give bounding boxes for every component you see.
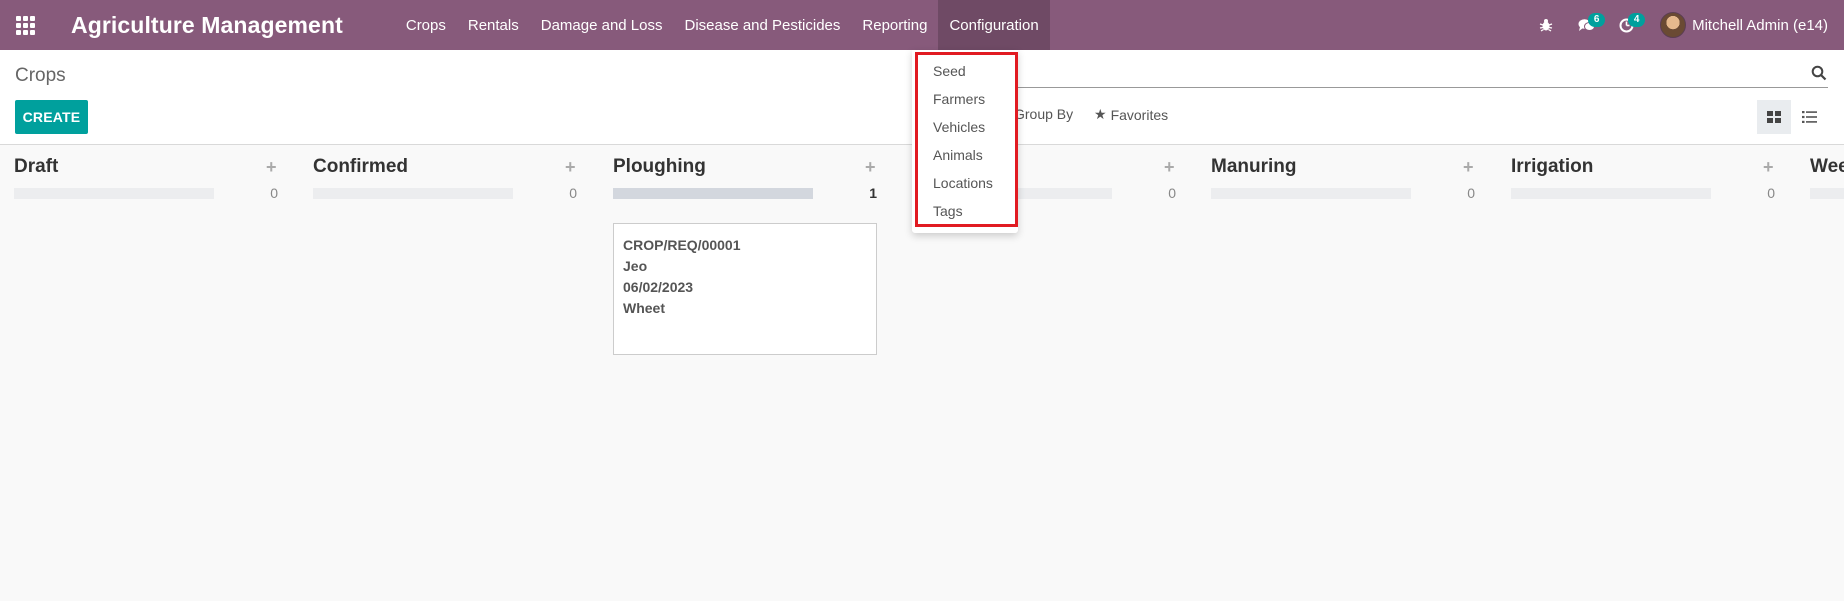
- list-view-button[interactable]: [1792, 100, 1826, 134]
- avatar: [1660, 12, 1687, 38]
- dropdown-item-farmers[interactable]: Farmers: [933, 91, 985, 107]
- column-count: 1: [869, 185, 877, 201]
- apps-grid-icon[interactable]: [0, 0, 50, 50]
- quick-create-plus-icon[interactable]: +: [1164, 157, 1175, 178]
- kanban-grid-icon: [1767, 111, 1781, 123]
- column-progress-bar[interactable]: [313, 188, 513, 199]
- kanban-column-manuring: Manuring + 0: [1197, 146, 1482, 601]
- quick-create-plus-icon[interactable]: +: [1463, 157, 1474, 178]
- list-icon: [1801, 111, 1817, 123]
- dropdown-item-locations[interactable]: Locations: [933, 175, 993, 191]
- column-title: Manuring: [1211, 156, 1297, 177]
- card-reference: CROP/REQ/00001: [623, 237, 741, 253]
- menu-item-disease-and-pesticides[interactable]: Disease and Pesticides: [673, 0, 851, 50]
- systray: 6 4 Mitchell Admin (e14): [1526, 0, 1844, 50]
- column-count: 0: [1467, 185, 1475, 201]
- quick-create-plus-icon[interactable]: +: [865, 157, 876, 178]
- star-icon: ★: [1094, 106, 1107, 122]
- column-title: Ploughing: [613, 156, 706, 177]
- search-input[interactable]: [1010, 87, 1828, 88]
- dropdown-item-tags[interactable]: Tags: [933, 203, 963, 219]
- column-progress-bar[interactable]: [613, 188, 813, 199]
- main-navbar: Agriculture Management Crops Rentals Dam…: [0, 0, 1844, 50]
- activities-clock-icon[interactable]: 4: [1606, 0, 1646, 50]
- card-farmer: Jeo: [623, 258, 648, 274]
- column-count: 0: [1767, 185, 1775, 201]
- group-by-label: Group By: [1014, 106, 1074, 122]
- kanban-column-confirmed: Confirmed + 0: [299, 146, 584, 601]
- column-title: Confirmed: [313, 156, 408, 177]
- quick-create-plus-icon[interactable]: +: [1763, 157, 1774, 178]
- activities-count-badge: 4: [1628, 13, 1646, 27]
- quick-create-plus-icon[interactable]: +: [565, 157, 576, 178]
- app-title[interactable]: Agriculture Management: [71, 12, 343, 39]
- menu-item-configuration[interactable]: Configuration: [938, 0, 1050, 50]
- column-progress-bar[interactable]: [14, 188, 214, 199]
- column-progress-bar[interactable]: [1511, 188, 1711, 199]
- breadcrumb: Crops: [15, 65, 66, 86]
- favorites-label: Favorites: [1110, 106, 1169, 123]
- column-count: 0: [1168, 185, 1176, 201]
- dropdown-item-seed[interactable]: Seed: [933, 63, 966, 79]
- menu-item-damage-and-loss[interactable]: Damage and Loss: [530, 0, 674, 50]
- menu-item-rentals[interactable]: Rentals: [457, 0, 530, 50]
- favorites-button[interactable]: ★ Favorites: [1094, 106, 1168, 123]
- column-count: 0: [270, 185, 278, 201]
- messages-icon[interactable]: 6: [1566, 0, 1606, 50]
- messages-count-badge: 6: [1588, 13, 1606, 27]
- configuration-dropdown-menu: Seed Farmers Vehicles Animals Locations …: [912, 50, 1018, 233]
- column-title: Irrigation: [1511, 156, 1594, 177]
- menu-item-crops[interactable]: Crops: [395, 0, 457, 50]
- column-title: Draft: [14, 156, 59, 177]
- kanban-card[interactable]: CROP/REQ/00001 Jeo 06/02/2023 Wheet: [613, 223, 877, 355]
- kanban-column-draft: Draft + 0: [0, 146, 285, 601]
- user-menu[interactable]: Mitchell Admin (e14): [1660, 12, 1828, 38]
- card-crop: Wheet: [623, 300, 665, 316]
- search-icon[interactable]: [1811, 65, 1831, 85]
- column-progress-bar[interactable]: [1810, 188, 1844, 199]
- kanban-column-ploughing: Ploughing + 1 CROP/REQ/00001 Jeo 06/02/2…: [599, 146, 884, 601]
- column-title: Wee: [1810, 156, 1844, 177]
- kanban-column-irrigation: Irrigation + 0: [1497, 146, 1782, 601]
- dropdown-item-animals[interactable]: Animals: [933, 147, 983, 163]
- main-menu: Crops Rentals Damage and Loss Disease an…: [395, 0, 1050, 50]
- quick-create-plus-icon[interactable]: +: [266, 157, 277, 178]
- group-by-button[interactable]: Group By: [1014, 106, 1073, 122]
- debug-bug-icon[interactable]: [1526, 0, 1566, 50]
- dropdown-item-vehicles[interactable]: Vehicles: [933, 119, 985, 135]
- menu-item-reporting[interactable]: Reporting: [851, 0, 938, 50]
- create-button[interactable]: CREATE: [15, 100, 88, 134]
- column-count: 0: [569, 185, 577, 201]
- column-progress-bar[interactable]: [1211, 188, 1411, 199]
- kanban-view-button[interactable]: [1757, 100, 1791, 134]
- card-date: 06/02/2023: [623, 279, 694, 295]
- user-name: Mitchell Admin (e14): [1692, 16, 1828, 34]
- kanban-column-weeding-partial: Wee: [1796, 146, 1844, 601]
